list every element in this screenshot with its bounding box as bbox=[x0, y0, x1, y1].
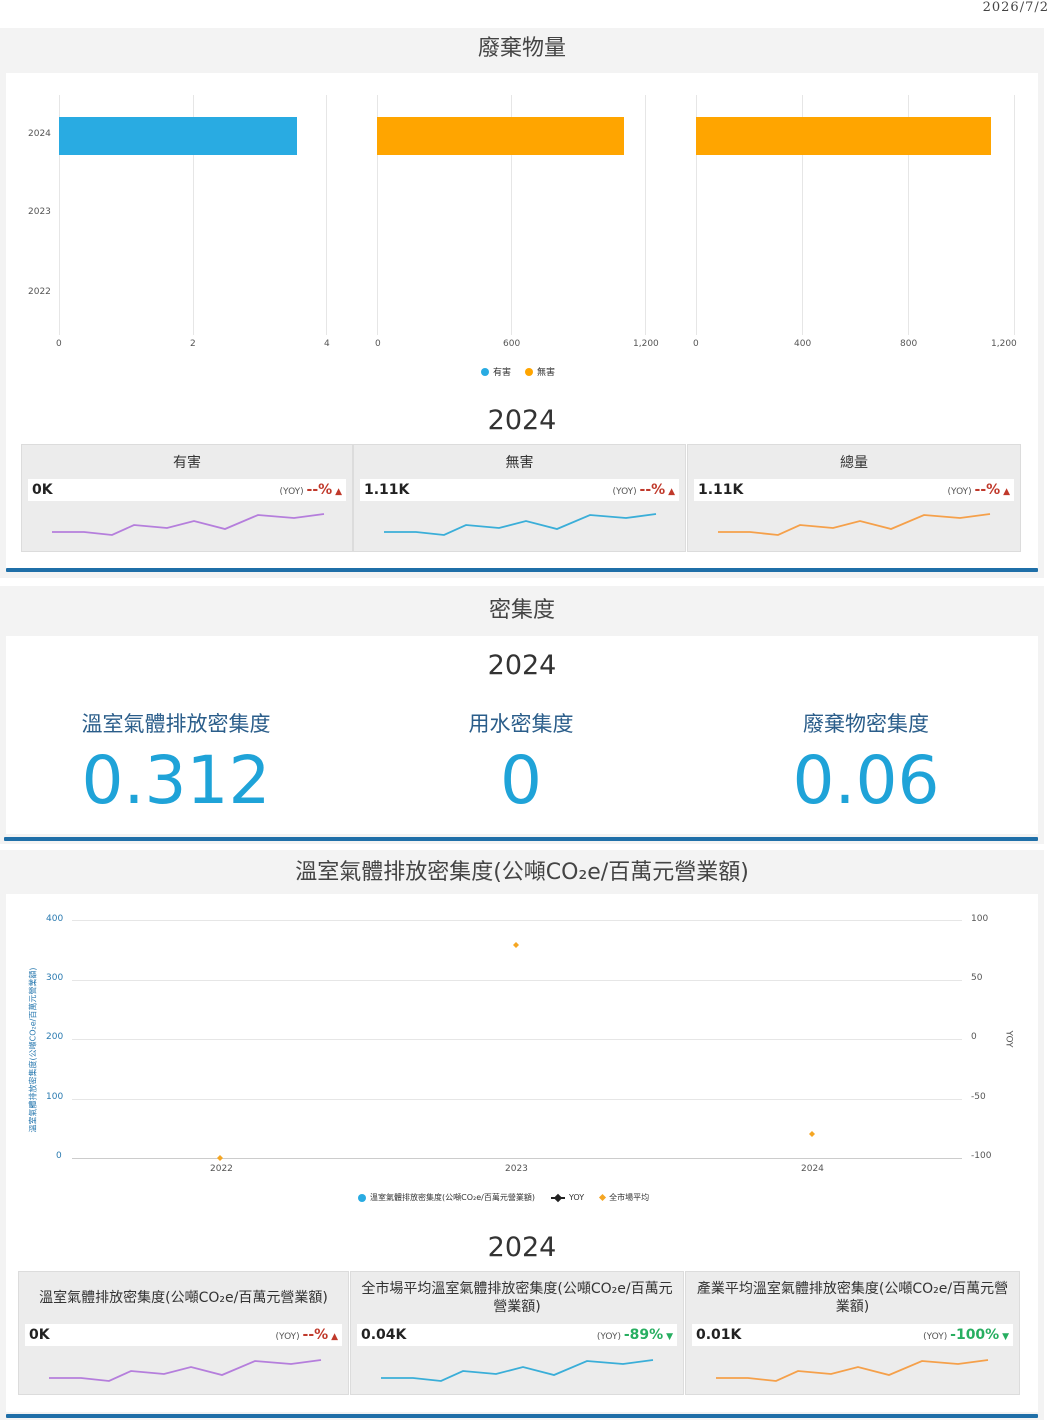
sparkline bbox=[716, 1359, 989, 1382]
legend-diamond-icon bbox=[599, 1193, 607, 1202]
legend-dot-icon bbox=[481, 367, 489, 376]
sparkline bbox=[52, 513, 325, 536]
up-arrow-icon: ▲ bbox=[668, 487, 675, 497]
waste-panel: 廢棄物量 2024 2023 2022 0 2 4 0 600 1,200 0 … bbox=[0, 28, 1044, 578]
density-year: 2024 bbox=[487, 650, 557, 681]
ghg-card-company: 溫室氣體排放密集度(公噸CO₂e/百萬元營業額) 0K (YOY) --% ▲ bbox=[18, 1271, 349, 1395]
up-arrow-icon: ▲ bbox=[335, 487, 342, 497]
card-title: 總量 bbox=[840, 455, 868, 471]
legend-dot-icon bbox=[358, 1193, 366, 1202]
section-divider bbox=[6, 568, 1038, 572]
ghg-legend: 溫室氣體排放密集度(公噸CO₂e/百萬元營業額) YOY 全市場平均 bbox=[358, 1192, 649, 1203]
card-value: 1.11K bbox=[364, 482, 410, 498]
legend-item-yoy[interactable]: YOY bbox=[550, 1193, 584, 1202]
water-density-label: 用水密集度 bbox=[468, 712, 574, 736]
legend-line-icon bbox=[550, 1193, 565, 1202]
card-title: 產業平均溫室氣體排放密集度(公噸CO₂e/百萬元營業額) bbox=[696, 1281, 1009, 1315]
up-arrow-icon: ▲ bbox=[1003, 487, 1010, 497]
print-date: 2026/7/2 bbox=[982, 0, 1049, 15]
down-arrow-icon: ▼ bbox=[1002, 1332, 1009, 1342]
x-tick: 600 bbox=[503, 339, 521, 349]
up-arrow-icon: ▲ bbox=[331, 1332, 338, 1342]
yoy-pct: -100% bbox=[950, 1327, 1000, 1343]
x-tick: 1,200 bbox=[991, 339, 1017, 349]
waste-card-total: 總量 1.11K (YOY) --% ▲ bbox=[687, 444, 1021, 552]
y-tick-2022: 2022 bbox=[28, 287, 51, 297]
waste-density-value: 0.06 bbox=[792, 742, 940, 819]
ghg-year: 2024 bbox=[487, 1232, 557, 1263]
sparkline bbox=[718, 513, 991, 536]
density-area: 2024 溫室氣體排放密集度 用水密集度 廢棄物密集度 0.312 0 0.06 bbox=[6, 636, 1038, 834]
x-tick: 0 bbox=[56, 339, 62, 349]
x-tick: 800 bbox=[900, 339, 918, 349]
ghg-card-industry: 產業平均溫室氣體排放密集度(公噸CO₂e/百萬元營業額) 0.01K (YOY)… bbox=[685, 1271, 1020, 1395]
y-tick-2023: 2023 bbox=[28, 207, 51, 217]
legend-dot-icon bbox=[525, 367, 534, 376]
sparkline bbox=[384, 513, 657, 536]
waste-title: 廢棄物量 bbox=[477, 36, 566, 61]
card-value: 1.11K bbox=[698, 482, 744, 498]
yoy-pct: --% bbox=[306, 482, 333, 498]
waste-legend: 有害 無害 bbox=[481, 365, 555, 378]
y-tick-2024: 2024 bbox=[28, 129, 51, 139]
x-tick: 0 bbox=[693, 339, 699, 349]
yoy-pct: --% bbox=[639, 482, 666, 498]
waste-card-hazardous: 有害 0K (YOY) --% ▲ bbox=[21, 444, 353, 552]
point-2022 bbox=[217, 1155, 223, 1161]
ghg-panel: 溫室氣體排放密集度(公噸CO₂e/百萬元營業額) 400 300 200 100… bbox=[0, 850, 1044, 1420]
legend-item-hazardous[interactable]: 有害 bbox=[481, 365, 511, 378]
x-tick: 2 bbox=[190, 339, 196, 349]
waste-density-label: 廢棄物密集度 bbox=[803, 712, 929, 736]
yoy-pct: -89% bbox=[623, 1327, 664, 1343]
down-arrow-icon: ▼ bbox=[666, 1332, 673, 1342]
bar-total-2024[interactable] bbox=[696, 117, 991, 155]
bar-nonhazardous-2024[interactable] bbox=[377, 117, 624, 155]
point-2023 bbox=[513, 942, 519, 948]
ghg-title: 溫室氣體排放密集度(公噸CO₂e/百萬元營業額) bbox=[295, 860, 749, 885]
x-tick: 1,200 bbox=[633, 339, 659, 349]
ghg-density-label: 溫室氣體排放密集度 bbox=[81, 712, 271, 736]
density-panel: 密集度 2024 溫室氣體排放密集度 用水密集度 廢棄物密集度 0.312 0 … bbox=[0, 586, 1044, 844]
density-title: 密集度 bbox=[488, 598, 555, 623]
waste-year: 2024 bbox=[487, 405, 557, 436]
yoy-pct: --% bbox=[974, 482, 1001, 498]
x-tick: 4 bbox=[324, 339, 330, 349]
legend-item-ghg[interactable]: 溫室氣體排放密集度(公噸CO₂e/百萬元營業額) bbox=[358, 1192, 535, 1203]
x-tick: 0 bbox=[375, 339, 381, 349]
bar-hazardous-2024[interactable] bbox=[59, 117, 297, 155]
card-title: 無害 bbox=[505, 455, 534, 471]
card-value: 0.04K bbox=[361, 1327, 407, 1343]
legend-item-market-avg[interactable]: 全市場平均 bbox=[599, 1192, 649, 1203]
section-divider bbox=[6, 1414, 1038, 1418]
card-value: 0.01K bbox=[696, 1327, 742, 1343]
yoy-pct: --% bbox=[302, 1327, 329, 1343]
card-value: 0K bbox=[29, 1327, 50, 1343]
x-tick: 400 bbox=[794, 339, 812, 349]
card-value: 0K bbox=[32, 482, 53, 498]
card-title: 有害 bbox=[173, 455, 201, 471]
card-title: 溫室氣體排放密集度(公噸CO₂e/百萬元營業額) bbox=[39, 1290, 328, 1306]
ghg-density-value: 0.312 bbox=[81, 742, 271, 819]
water-density-value: 0 bbox=[500, 742, 542, 819]
sparkline bbox=[381, 1359, 654, 1382]
market-avg-points bbox=[217, 942, 815, 1161]
ghg-card-market: 全市場平均溫室氣體排放密集度(公噸CO₂e/百萬元營業額) 0.04K (YOY… bbox=[350, 1271, 684, 1395]
legend-item-nonhazardous[interactable]: 無害 bbox=[525, 365, 555, 378]
section-divider bbox=[4, 837, 1038, 841]
sparkline bbox=[49, 1359, 322, 1382]
waste-card-nonhazardous: 無害 1.11K (YOY) --% ▲ bbox=[353, 444, 686, 552]
card-title: 全市場平均溫室氣體排放密集度(公噸CO₂e/百萬元營業額) bbox=[361, 1281, 673, 1315]
point-2024 bbox=[809, 1131, 815, 1137]
